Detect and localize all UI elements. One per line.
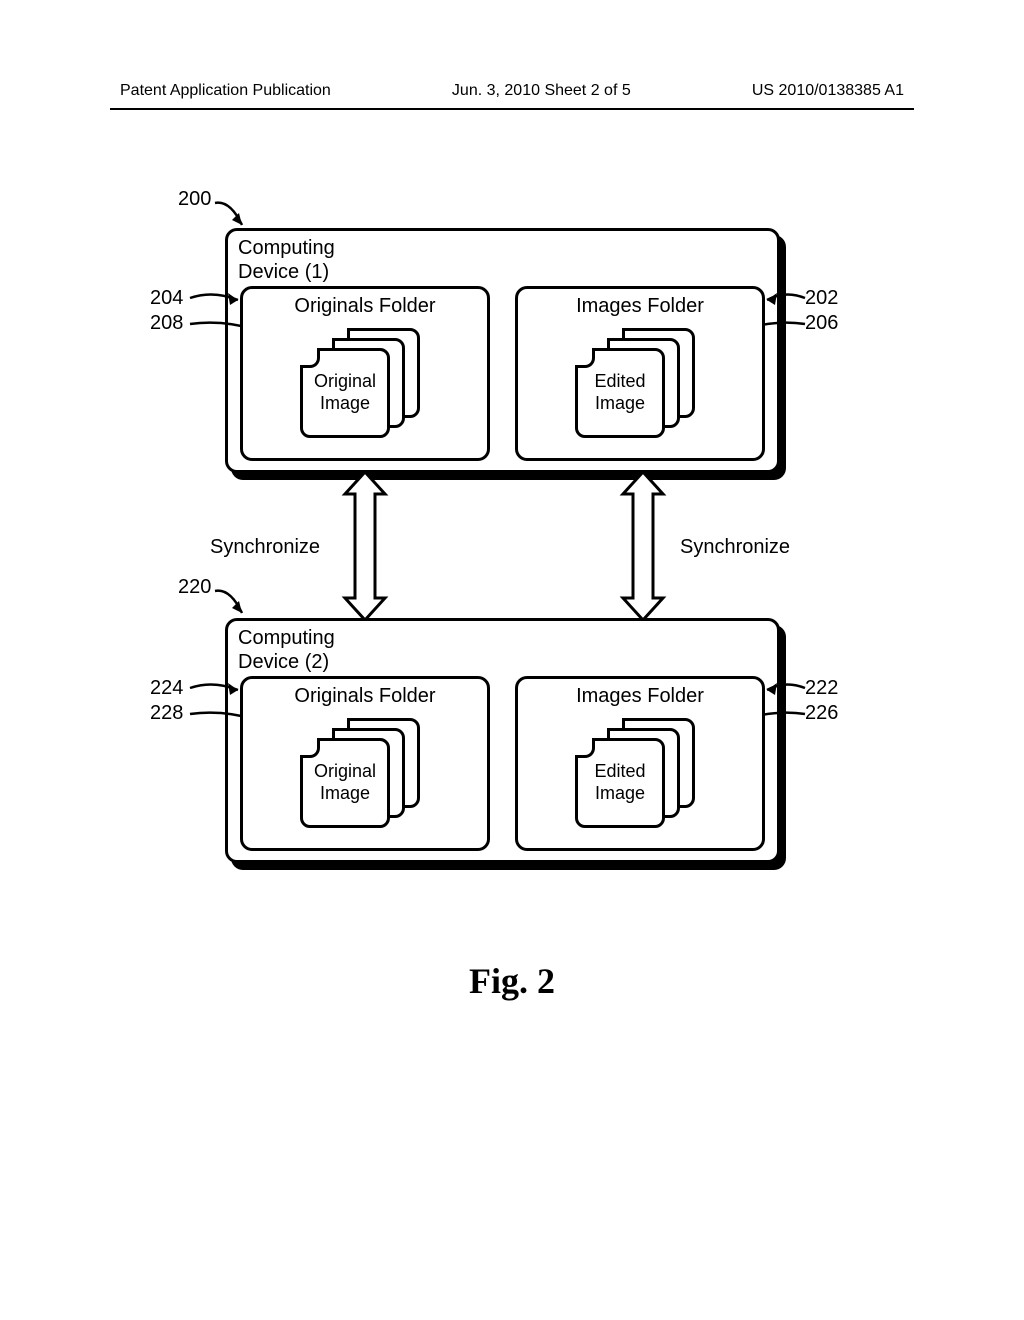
- page-header: Patent Application Publication Jun. 3, 2…: [0, 82, 1024, 100]
- edited-image-label-2: Edited Image: [578, 761, 662, 804]
- header-date-sheet: Jun. 3, 2010 Sheet 2 of 5: [452, 82, 631, 100]
- ref-200: 200: [178, 188, 211, 211]
- ref-228: 228: [150, 702, 183, 725]
- sync-label-right: Synchronize: [680, 536, 790, 559]
- device2-label: Computing Device (2): [238, 626, 335, 674]
- leader-204: [188, 292, 248, 310]
- leader-222: [765, 682, 815, 700]
- images-folder-label: Images Folder: [576, 295, 704, 317]
- ref-208: 208: [150, 312, 183, 335]
- ref-204: 204: [150, 287, 183, 310]
- ref-220: 220: [178, 576, 211, 599]
- sync-arrow-left: [340, 472, 390, 620]
- device1-label: Computing Device (1): [238, 236, 335, 284]
- leader-202: [765, 292, 815, 310]
- header-rule: [110, 108, 914, 110]
- sync-label-left: Synchronize: [210, 536, 320, 559]
- edited-image-label: Edited Image: [578, 371, 662, 414]
- figure-caption: Fig. 2: [0, 960, 1024, 1002]
- originals-folder-label: Originals Folder: [294, 295, 435, 317]
- original-image-label-2: Original Image: [303, 761, 387, 804]
- originals-folder-label-2: Originals Folder: [294, 685, 435, 707]
- images-folder-label-2: Images Folder: [576, 685, 704, 707]
- ref-224: 224: [150, 677, 183, 700]
- sync-arrow-right: [618, 472, 668, 620]
- leader-224: [188, 682, 248, 700]
- header-publication: Patent Application Publication: [120, 82, 331, 100]
- header-pub-number: US 2010/0138385 A1: [752, 82, 904, 100]
- original-image-label: Original Image: [303, 371, 387, 414]
